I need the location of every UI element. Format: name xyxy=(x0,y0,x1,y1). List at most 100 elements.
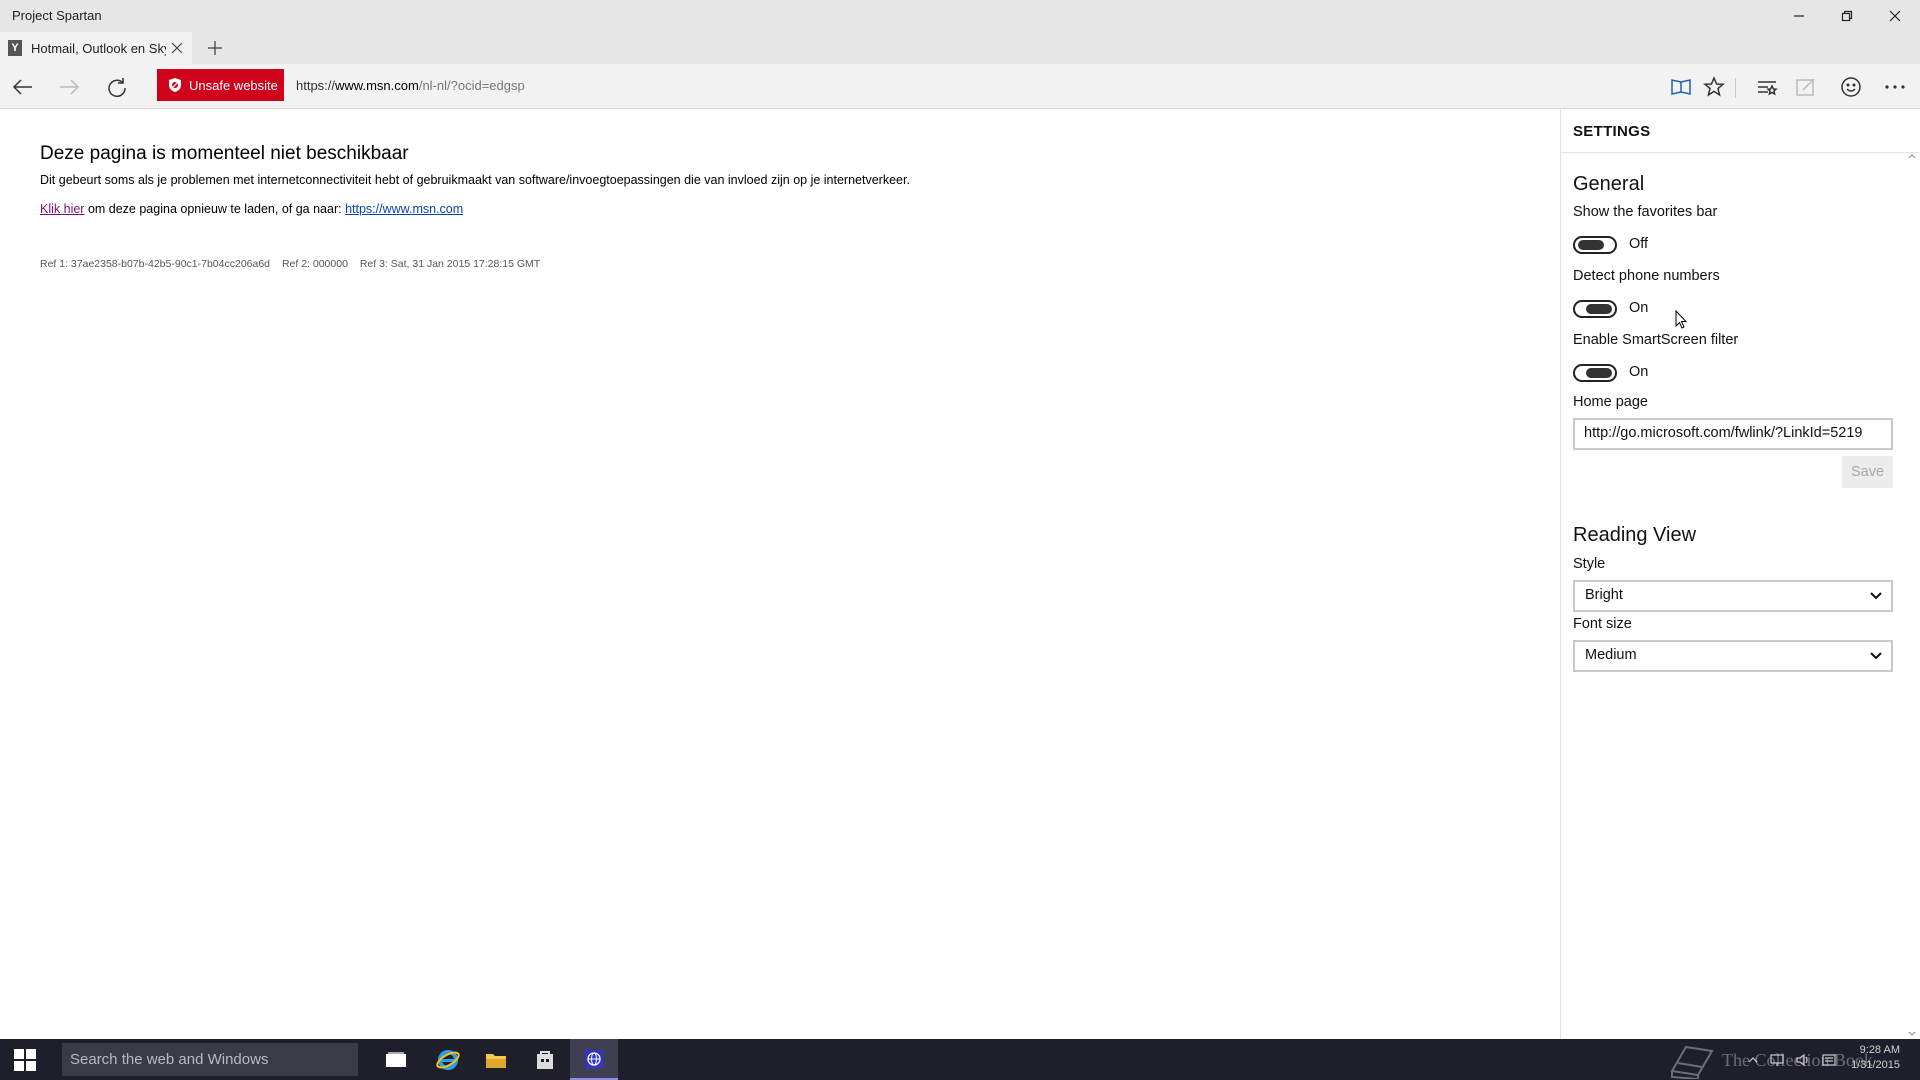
style-label: Style xyxy=(1573,556,1606,572)
folder-icon xyxy=(486,1053,506,1068)
settings-header: SETTINGS xyxy=(1573,123,1651,140)
close-window-button[interactable] xyxy=(1872,0,1918,32)
globe-icon xyxy=(585,1049,603,1068)
store-icon xyxy=(537,1050,553,1069)
hub-button[interactable] xyxy=(1754,74,1780,100)
web-note-icon xyxy=(1796,78,1815,96)
error-title: Deze pagina is momenteel niet beschikbaa… xyxy=(40,143,409,164)
minimize-icon xyxy=(1794,15,1804,17)
title-bar: Project Spartan xyxy=(0,0,1920,32)
retry-link[interactable]: Klik hier xyxy=(40,202,84,216)
task-view-button[interactable] xyxy=(372,1039,420,1080)
url-host: www.msn.com xyxy=(335,78,419,93)
reading-view-icon xyxy=(1671,79,1691,95)
back-arrow-icon xyxy=(12,79,32,95)
url-scheme: https:// xyxy=(296,78,336,93)
internet-explorer-button[interactable] xyxy=(424,1039,472,1080)
feedback-button[interactable] xyxy=(1838,74,1864,100)
ref-1: Ref 1: 37ae2358-b07b-42b5-90c1-7b04cc206… xyxy=(40,258,271,270)
style-select[interactable]: Bright xyxy=(1573,580,1893,612)
address-bar[interactable]: https://www.msn.com/nl-nl/?ocid=edgsp xyxy=(296,78,525,93)
general-section-title: General xyxy=(1573,173,1645,195)
volume-button[interactable] xyxy=(1792,1039,1814,1080)
start-button[interactable] xyxy=(0,1039,50,1080)
error-retry-line: Klik hier om deze pagina opnieuw te lade… xyxy=(40,202,463,216)
tab-title: Hotmail, Outlook en Sky... xyxy=(31,40,166,56)
star-icon xyxy=(1703,76,1725,97)
home-page-input[interactable]: http://go.microsoft.com/fwlink/?LinkId=5… xyxy=(1573,418,1893,450)
network-icon xyxy=(1770,1053,1784,1066)
favorites-bar-label: Show the favorites bar xyxy=(1573,204,1718,220)
tab-strip: Y Hotmail, Outlook en Sky... xyxy=(0,32,1920,64)
forward-button[interactable] xyxy=(56,74,82,100)
speaker-icon xyxy=(1796,1053,1808,1066)
clock-date: 1/31/2015 xyxy=(1851,1059,1900,1071)
taskbar: Search the web and Windows The Collectio… xyxy=(0,1039,1920,1080)
font-size-select[interactable]: Medium xyxy=(1573,640,1893,672)
minimize-button[interactable] xyxy=(1776,0,1822,32)
smartscreen-state: On xyxy=(1629,364,1649,380)
style-value: Bright xyxy=(1585,587,1623,603)
navigation-bar: Unsafe website https://www.msn.com/nl-nl… xyxy=(0,64,1920,109)
back-button[interactable] xyxy=(10,74,36,100)
favorites-bar-toggle[interactable] xyxy=(1573,236,1617,254)
tab-msn[interactable]: Y Hotmail, Outlook en Sky... xyxy=(0,32,192,64)
forward-arrow-icon xyxy=(60,79,80,95)
spartan-browser-button[interactable] xyxy=(570,1039,618,1080)
url-path: /nl-nl/?ocid=edgsp xyxy=(418,78,525,93)
toolbar-divider xyxy=(1735,78,1736,98)
restore-button[interactable] xyxy=(1824,0,1870,32)
msn-link[interactable]: https://www.msn.com xyxy=(345,202,463,216)
phone-numbers-state: On xyxy=(1629,300,1649,316)
more-button[interactable] xyxy=(1882,74,1908,100)
page-content: Deze pagina is momenteel niet beschikbaa… xyxy=(0,109,1560,1039)
settings-divider xyxy=(1561,152,1920,153)
refresh-button[interactable] xyxy=(104,74,130,100)
close-icon xyxy=(1889,10,1901,22)
save-button[interactable]: Save xyxy=(1842,456,1893,488)
favorites-bar-state: Off xyxy=(1629,236,1649,252)
ref-3: Ref 3: Sat, 31 Jan 2015 17:28:15 GMT xyxy=(359,258,541,270)
web-note-button[interactable] xyxy=(1793,74,1819,100)
taskbar-clock[interactable]: 9:28 AM 1/31/2015 xyxy=(1840,1043,1900,1073)
tab-close-icon[interactable] xyxy=(170,41,184,55)
internet-explorer-icon xyxy=(436,1049,460,1070)
restore-icon xyxy=(1841,10,1853,22)
reading-view-button[interactable] xyxy=(1668,74,1694,100)
network-button[interactable] xyxy=(1766,1039,1788,1080)
unsafe-website-badge[interactable]: Unsafe website xyxy=(157,69,284,101)
font-size-value: Medium xyxy=(1585,647,1637,663)
retry-text: om deze pagina opnieuw te laden, of ga n… xyxy=(84,202,346,216)
smartscreen-label: Enable SmartScreen filter xyxy=(1573,332,1739,348)
phone-numbers-toggle[interactable] xyxy=(1573,300,1617,318)
scroll-down-icon[interactable] xyxy=(1907,1029,1917,1039)
taskbar-search-input[interactable]: Search the web and Windows xyxy=(62,1043,358,1076)
font-size-label: Font size xyxy=(1573,616,1632,632)
chevron-up-icon xyxy=(1748,1056,1758,1062)
chevron-down-icon xyxy=(1870,652,1882,660)
mouse-cursor-icon xyxy=(1675,310,1687,329)
action-center-button[interactable] xyxy=(1818,1039,1840,1080)
scroll-up-icon[interactable] xyxy=(1907,151,1917,161)
home-page-label: Home page xyxy=(1573,394,1648,410)
task-view-icon xyxy=(386,1051,406,1067)
site-favicon-icon: Y xyxy=(8,40,22,56)
tray-overflow-button[interactable] xyxy=(1744,1039,1762,1080)
window-title: Project Spartan xyxy=(12,8,102,23)
clock-time: 9:28 AM xyxy=(1859,1044,1900,1056)
add-favorite-button[interactable] xyxy=(1701,74,1727,100)
file-explorer-button[interactable] xyxy=(472,1039,520,1080)
store-button[interactable] xyxy=(521,1039,569,1080)
error-references: Ref 1: 37ae2358-b07b-42b5-90c1-7b04cc206… xyxy=(40,258,549,270)
hub-icon xyxy=(1758,81,1778,96)
unsafe-label: Unsafe website xyxy=(189,77,278,93)
ref-2: Ref 2: 000000 xyxy=(281,258,348,270)
smartscreen-toggle[interactable] xyxy=(1573,364,1617,382)
more-icon xyxy=(1885,85,1905,89)
error-description: Dit gebeurt soms als je problemen met in… xyxy=(40,173,910,187)
new-tab-icon[interactable] xyxy=(206,39,224,57)
settings-pane: SETTINGS General Show the favorites bar … xyxy=(1560,109,1920,1039)
phone-numbers-label: Detect phone numbers xyxy=(1573,268,1720,284)
book-logo-icon xyxy=(1670,1045,1714,1079)
chevron-down-icon xyxy=(1870,592,1882,600)
